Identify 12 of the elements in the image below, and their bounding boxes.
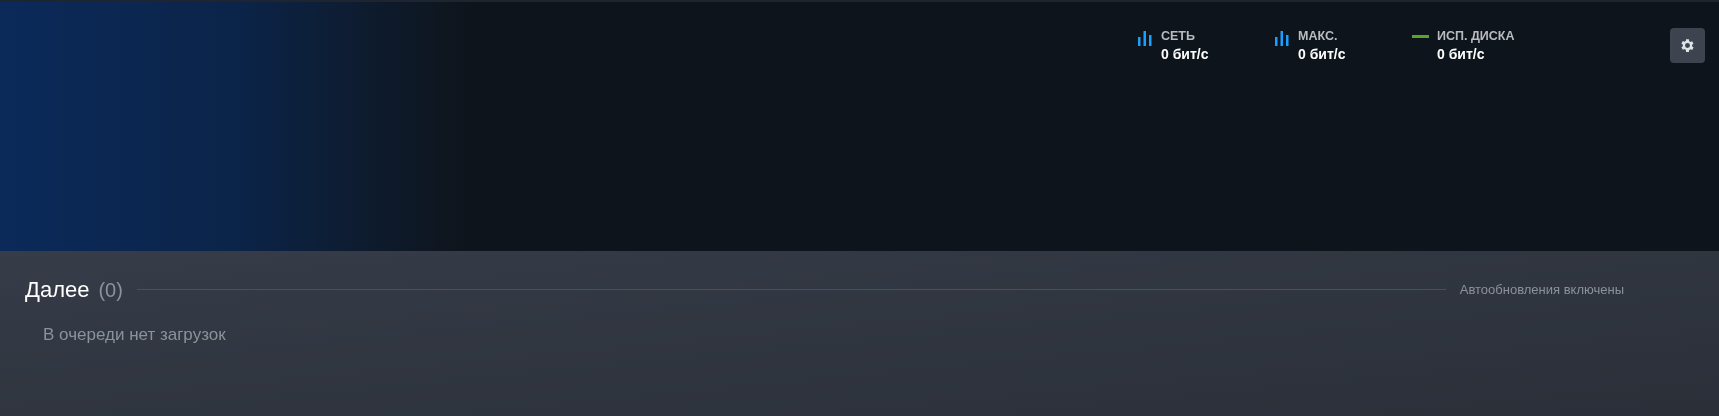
stat-value: 0 бит/с [1298,45,1346,64]
settings-icon [1679,37,1696,54]
empty-queue-message: В очереди нет загрузок [43,324,226,346]
stat-value: 0 бит/с [1161,45,1209,64]
settings-button[interactable] [1670,28,1705,63]
stat-label: СЕТЬ [1161,28,1196,44]
stat-label: ИСП. ДИСКА [1437,28,1515,44]
section-title: Далее [25,276,90,304]
stat-label: МАКС. [1298,28,1339,44]
stat-value: 0 бит/с [1437,45,1486,64]
queue-count: (0) [98,277,123,303]
auto-update-status: Автообновления включены [1459,280,1624,299]
